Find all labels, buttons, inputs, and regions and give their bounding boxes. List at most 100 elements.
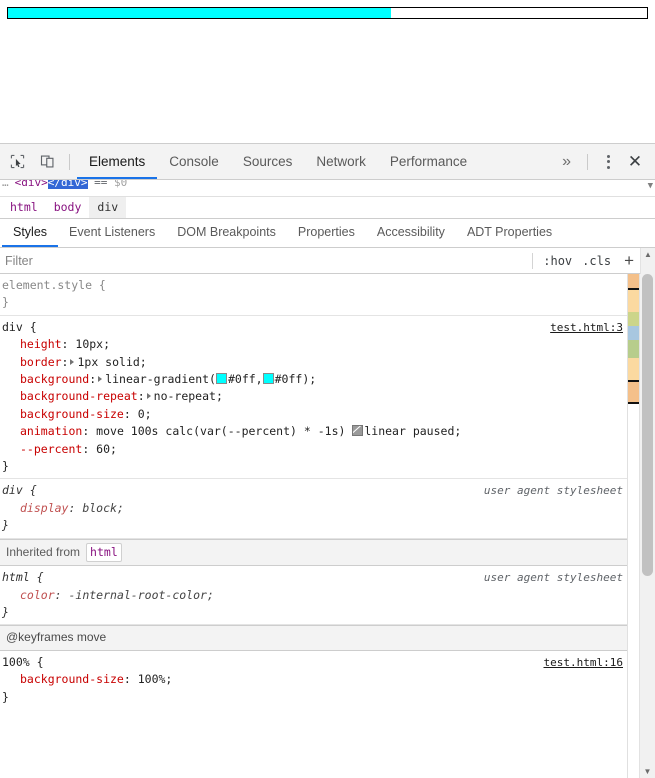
tab-elements[interactable]: Elements xyxy=(77,144,158,179)
property-value[interactable]: 10px xyxy=(75,337,103,351)
declaration-border[interactable]: border: 1px solid; xyxy=(0,354,627,371)
property-name[interactable]: --percent xyxy=(20,442,82,456)
breadcrumb-item-html[interactable]: html xyxy=(2,197,46,218)
breadcrumb: html body div xyxy=(0,197,655,219)
easing-curve-icon[interactable] xyxy=(352,425,364,437)
expand-shorthand-icon[interactable] xyxy=(146,393,151,400)
inspect-element-glyph xyxy=(10,154,24,169)
property-name[interactable]: background-size xyxy=(20,407,124,421)
inherited-from-header: Inherited from html xyxy=(0,538,627,567)
filter-input[interactable] xyxy=(0,247,528,274)
breadcrumb-item-div[interactable]: div xyxy=(89,197,127,218)
color-swatch-icon[interactable] xyxy=(262,373,274,385)
close-icon[interactable]: ✕ xyxy=(621,149,649,175)
declaration-background-size[interactable]: background-size: 0; xyxy=(0,406,627,423)
rule-selector[interactable]: element.style { xyxy=(2,277,106,294)
gradient-prefix: linear-gradient( xyxy=(105,372,216,387)
minimap-band xyxy=(628,326,639,340)
property-name[interactable]: color xyxy=(20,588,55,602)
tab-console[interactable]: Console xyxy=(157,144,231,179)
inspect-element-icon[interactable] xyxy=(2,148,32,176)
expand-shorthand-icon[interactable] xyxy=(70,358,75,365)
rule-div-user-agent[interactable]: div { user agent stylesheet display: blo… xyxy=(0,479,627,539)
page-viewport xyxy=(0,0,655,143)
tab-adt-properties[interactable]: ADT Properties xyxy=(456,219,563,247)
property-value[interactable]: -internal-root-color xyxy=(68,588,206,602)
tab-event-listeners[interactable]: Event Listeners xyxy=(58,219,166,247)
property-name[interactable]: background-size xyxy=(20,672,124,686)
rule-html-user-agent[interactable]: html { user agent stylesheet color: -int… xyxy=(0,566,627,626)
rule-element-style[interactable]: element.style { } xyxy=(0,274,627,316)
dom-ellipsis: … xyxy=(2,180,9,189)
stylesheet-origin-link[interactable]: test.html:16 xyxy=(544,654,623,671)
property-name[interactable]: display xyxy=(20,501,68,515)
inherited-from-tag[interactable]: html xyxy=(86,542,122,563)
tab-styles[interactable]: Styles xyxy=(2,219,59,247)
property-value[interactable]: 60 xyxy=(96,442,110,456)
animation-value-head[interactable]: move 100s calc(var(--percent) * -1s) xyxy=(96,424,352,438)
rule-selector[interactable]: div { xyxy=(2,319,37,336)
property-value[interactable]: 0 xyxy=(138,407,145,421)
declaration-height[interactable]: height: 10px; xyxy=(0,336,627,353)
tab-network[interactable]: Network xyxy=(304,144,378,179)
property-value[interactable]: 100% xyxy=(138,672,166,686)
rule-keyframe-100[interactable]: 100% { test.html:16 background-size: 100… xyxy=(0,651,627,709)
declaration-custom-percent[interactable]: --percent: 60; xyxy=(0,441,627,458)
minimap-band xyxy=(628,274,639,288)
filter-divider xyxy=(532,252,534,269)
dom-tree-resizer[interactable]: ▼ xyxy=(648,181,653,191)
minimap-band xyxy=(628,404,639,464)
progress-fill xyxy=(8,8,392,18)
declaration-background-repeat[interactable]: background-repeat: no-repeat; xyxy=(0,388,627,405)
scrollbar-down-arrow[interactable]: ▼ xyxy=(640,764,655,778)
declaration-background-size[interactable]: background-size: 100%; xyxy=(0,671,627,688)
tab-sources[interactable]: Sources xyxy=(231,144,305,179)
color-value-2[interactable]: #0ff xyxy=(275,372,303,386)
tab-accessibility[interactable]: Accessibility xyxy=(366,219,456,247)
tab-dom-breakpoints[interactable]: DOM Breakpoints xyxy=(166,219,287,247)
declaration-background[interactable]: background: linear-gradient(#0ff, #0ff); xyxy=(0,371,627,388)
property-value[interactable]: no-repeat xyxy=(154,389,216,403)
styles-scrollbar[interactable]: ▼ xyxy=(639,274,655,778)
rule-div-author[interactable]: div { test.html:3 height: 10px; border: 1… xyxy=(0,316,627,480)
declaration-animation[interactable]: animation: move 100s calc(var(--percent)… xyxy=(0,423,627,440)
hov-toggle-button[interactable]: :hov xyxy=(538,252,577,270)
kebab-dot xyxy=(606,154,610,158)
rule-selector[interactable]: html { xyxy=(2,569,44,586)
property-value[interactable]: 1px solid xyxy=(77,355,139,369)
keyframes-label: @keyframes move xyxy=(6,630,107,645)
property-name[interactable]: border xyxy=(20,355,62,369)
new-style-rule-button[interactable]: + xyxy=(616,252,640,269)
cls-toggle-button[interactable]: .cls xyxy=(577,252,616,270)
animation-value-tail[interactable]: linear paused; xyxy=(364,424,461,438)
rule-close: } xyxy=(2,604,9,619)
expand-shorthand-icon[interactable] xyxy=(98,376,103,383)
stylesheet-origin-link[interactable]: test.html:3 xyxy=(550,319,623,336)
color-swatch-icon[interactable] xyxy=(215,373,227,385)
scrollbar-thumb[interactable] xyxy=(642,274,653,576)
property-name[interactable]: background xyxy=(20,372,89,386)
property-name[interactable]: background-repeat xyxy=(20,389,138,403)
tab-performance[interactable]: Performance xyxy=(378,144,479,179)
declaration-display[interactable]: display: block; xyxy=(0,500,627,517)
device-toolbar-icon[interactable] xyxy=(32,148,62,176)
inherited-from-label: Inherited from xyxy=(6,544,81,559)
color-value-1[interactable]: #0ff xyxy=(228,372,256,386)
css-overview-minimap xyxy=(627,274,639,778)
property-value[interactable]: block xyxy=(82,501,117,515)
property-name[interactable]: height xyxy=(20,337,62,351)
dom-close-tag: </div> xyxy=(47,180,88,189)
dom-tree-strip[interactable]: … <div></div> == $0 ▼ xyxy=(0,180,655,197)
breadcrumb-item-body[interactable]: body xyxy=(46,197,90,218)
rule-selector[interactable]: 100% { xyxy=(2,654,44,671)
property-name[interactable]: animation xyxy=(20,424,82,438)
dom-tree-line[interactable]: … <div></div> == $0 xyxy=(0,180,127,189)
device-toolbar-glyph xyxy=(40,155,53,168)
tab-properties[interactable]: Properties xyxy=(287,219,366,247)
rule-selector[interactable]: div { xyxy=(2,482,37,499)
declaration-color[interactable]: color: -internal-root-color; xyxy=(0,587,627,604)
more-tabs-icon[interactable]: » xyxy=(553,153,580,171)
kebab-menu-icon[interactable] xyxy=(595,149,621,175)
scrollbar-up-arrow[interactable]: ▲ xyxy=(640,247,655,274)
keyframes-header: @keyframes move xyxy=(0,625,627,651)
